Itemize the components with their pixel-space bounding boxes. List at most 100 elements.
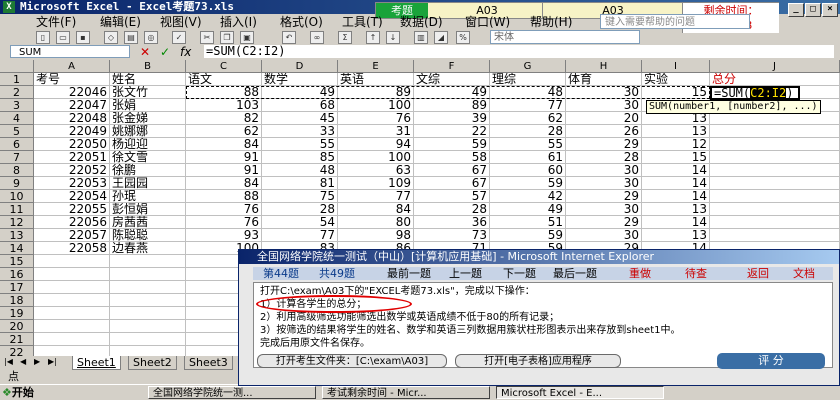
- row-header[interactable]: 5: [0, 125, 34, 138]
- hyperlink-icon[interactable]: ∞: [310, 31, 324, 44]
- cell[interactable]: 59: [490, 177, 566, 190]
- print-icon[interactable]: ▤: [124, 31, 138, 44]
- cell[interactable]: 语文: [186, 73, 262, 86]
- column-header[interactable]: D: [262, 60, 338, 73]
- cell[interactable]: 13: [642, 125, 710, 138]
- column-header[interactable]: G: [490, 60, 566, 73]
- cell[interactable]: 22057: [34, 229, 110, 242]
- cell[interactable]: 22051: [34, 151, 110, 164]
- cell[interactable]: [110, 320, 186, 333]
- column-header[interactable]: I: [642, 60, 710, 73]
- next-sheet-icon[interactable]: ▶: [34, 357, 40, 366]
- cell[interactable]: 73: [414, 229, 490, 242]
- name-box[interactable]: SUM: [10, 45, 130, 58]
- cell[interactable]: 理综: [490, 73, 566, 86]
- cell[interactable]: 22046: [34, 86, 110, 99]
- row-header[interactable]: 18: [0, 294, 34, 307]
- cell[interactable]: 98: [338, 229, 414, 242]
- cell[interactable]: 84: [186, 177, 262, 190]
- cell[interactable]: 22050: [34, 138, 110, 151]
- row-header[interactable]: 1: [0, 73, 34, 86]
- row-header[interactable]: 22: [0, 346, 34, 356]
- cell[interactable]: [34, 320, 110, 333]
- cell[interactable]: 杨迎迎: [110, 138, 186, 151]
- column-header[interactable]: J: [710, 60, 840, 73]
- cell[interactable]: 22056: [34, 216, 110, 229]
- cell[interactable]: [710, 151, 840, 164]
- cell[interactable]: 94: [338, 138, 414, 151]
- cell[interactable]: [710, 138, 840, 151]
- cell[interactable]: 22: [414, 125, 490, 138]
- row-header[interactable]: 4: [0, 112, 34, 125]
- cell[interactable]: [34, 346, 110, 356]
- column-header[interactable]: C: [186, 60, 262, 73]
- cell[interactable]: 36: [414, 216, 490, 229]
- cell[interactable]: 33: [262, 125, 338, 138]
- cell[interactable]: 22049: [34, 125, 110, 138]
- enter-icon[interactable]: ✓: [160, 45, 170, 59]
- cell[interactable]: 28: [414, 203, 490, 216]
- cell[interactable]: 39: [414, 112, 490, 125]
- cell[interactable]: 姓名: [110, 73, 186, 86]
- cell[interactable]: 30: [566, 203, 642, 216]
- redo-button[interactable]: 重做: [629, 267, 651, 280]
- cell[interactable]: 14: [642, 164, 710, 177]
- cell[interactable]: 77: [490, 99, 566, 112]
- cell[interactable]: 49: [490, 203, 566, 216]
- cell[interactable]: 76: [186, 203, 262, 216]
- document-button[interactable]: 文档: [793, 267, 815, 280]
- cell[interactable]: [34, 255, 110, 268]
- cell[interactable]: 60: [490, 164, 566, 177]
- cell[interactable]: 张金娣: [110, 112, 186, 125]
- cell[interactable]: 14: [642, 177, 710, 190]
- cell[interactable]: 文综: [414, 73, 490, 86]
- spelling-icon[interactable]: ✓: [172, 31, 186, 44]
- cell[interactable]: 22058: [34, 242, 110, 255]
- open-app-button[interactable]: 打开[电子表格]应用程序: [455, 354, 621, 368]
- cut-icon[interactable]: ✂: [200, 31, 214, 44]
- cell[interactable]: 孙珉: [110, 190, 186, 203]
- menu-data[interactable]: 数据(D): [400, 14, 443, 30]
- cell[interactable]: 边春燕: [110, 242, 186, 255]
- row-header[interactable]: 14: [0, 242, 34, 255]
- font-select[interactable]: 宋体: [490, 30, 640, 44]
- tab-sheet3[interactable]: Sheet3: [184, 356, 233, 370]
- cell[interactable]: 42: [490, 190, 566, 203]
- evaluate-button[interactable]: 评 分: [717, 353, 825, 369]
- cell[interactable]: [34, 307, 110, 320]
- row-header[interactable]: 13: [0, 229, 34, 242]
- cell[interactable]: 82: [186, 112, 262, 125]
- cell[interactable]: 109: [338, 177, 414, 190]
- last-sheet-icon[interactable]: ▶|: [48, 357, 57, 366]
- autosum-icon[interactable]: Σ: [338, 31, 352, 44]
- chart-wizard-icon[interactable]: ▥: [414, 31, 428, 44]
- cell[interactable]: 14: [642, 190, 710, 203]
- cell[interactable]: 考号: [34, 73, 110, 86]
- cell[interactable]: 62: [186, 125, 262, 138]
- cell[interactable]: [34, 294, 110, 307]
- cell[interactable]: [34, 268, 110, 281]
- cell[interactable]: 15: [642, 151, 710, 164]
- cell[interactable]: 姚娜娜: [110, 125, 186, 138]
- cell[interactable]: [110, 268, 186, 281]
- row-header[interactable]: 8: [0, 164, 34, 177]
- column-header[interactable]: F: [414, 60, 490, 73]
- cell[interactable]: [110, 333, 186, 346]
- cell[interactable]: 54: [262, 216, 338, 229]
- cell[interactable]: [710, 216, 840, 229]
- column-header[interactable]: A: [34, 60, 110, 73]
- paste-icon[interactable]: ▣: [240, 31, 254, 44]
- cell[interactable]: 59: [490, 229, 566, 242]
- cell[interactable]: 93: [186, 229, 262, 242]
- insert-function-icon[interactable]: fx: [180, 45, 191, 59]
- row-header[interactable]: 17: [0, 281, 34, 294]
- cell[interactable]: 30: [566, 177, 642, 190]
- save-icon[interactable]: ▪: [76, 31, 90, 44]
- menu-edit[interactable]: 编辑(E): [100, 14, 141, 30]
- cell[interactable]: 45: [262, 112, 338, 125]
- cell[interactable]: 26: [566, 125, 642, 138]
- permission-icon[interactable]: ◇: [104, 31, 118, 44]
- cell[interactable]: 22055: [34, 203, 110, 216]
- cell[interactable]: 100: [338, 151, 414, 164]
- cell[interactable]: 57: [414, 190, 490, 203]
